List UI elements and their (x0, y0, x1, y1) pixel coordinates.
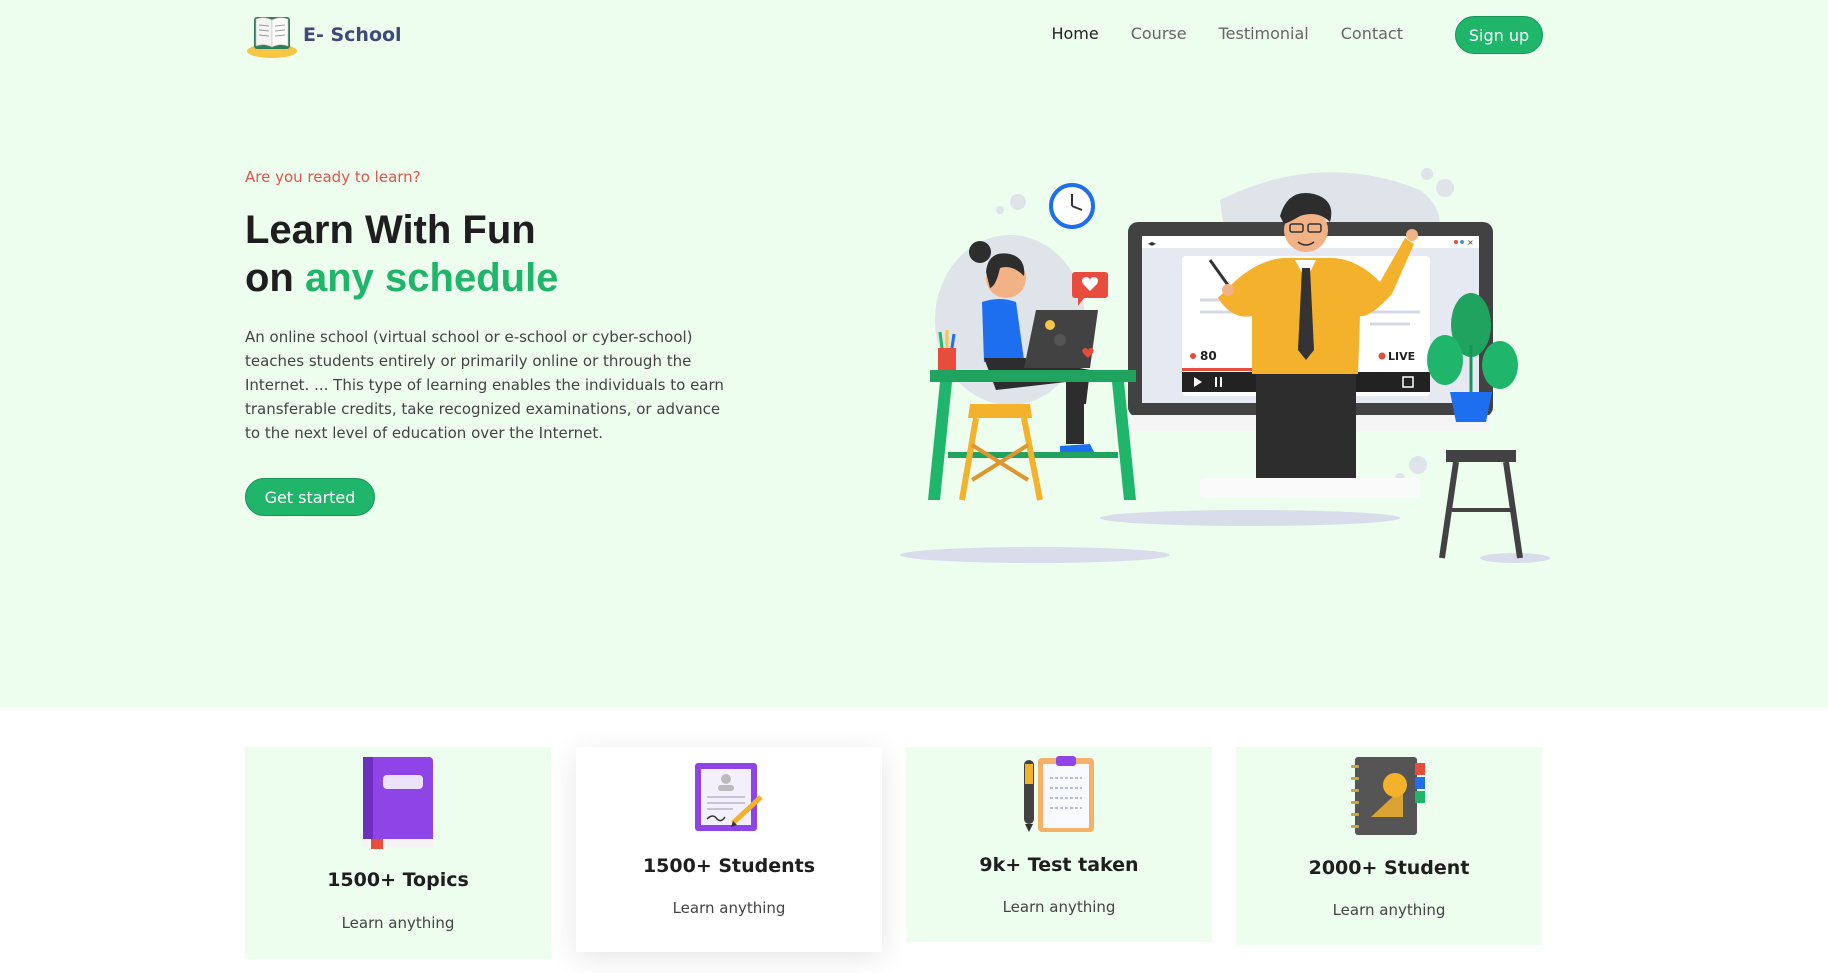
main-menu: Home Course Testimonial Contact (1051, 24, 1403, 43)
open-book-logo-icon (247, 17, 297, 58)
stat-subtitle: Learn anything (672, 899, 786, 917)
nav-link-home[interactable]: Home (1051, 24, 1098, 43)
hero-title-line1: Learn With Fun (245, 208, 536, 252)
signup-button[interactable]: Sign up (1455, 16, 1543, 54)
stat-subtitle: Learn anything (1002, 898, 1116, 916)
stat-title: 2000+ Student (1308, 857, 1470, 879)
svg-text:×: × (1467, 238, 1474, 247)
brand-name: E- School (303, 24, 402, 46)
stat-card-student[interactable]: 2000+ Student Learn anything (1236, 747, 1542, 945)
live-label: LIVE (1388, 350, 1415, 363)
stat-card-tests[interactable]: 9k+ Test taken Learn anything (906, 747, 1212, 942)
nav-link-course[interactable]: Course (1131, 24, 1187, 43)
hero-eyebrow: Are you ready to learn? (245, 168, 421, 186)
hero-title: Learn With Fun on any schedule (245, 206, 558, 302)
hero-title-highlight: any schedule (304, 256, 559, 300)
stat-card-topics[interactable]: 1500+ Topics Learn anything (245, 747, 551, 959)
certificate-icon (695, 763, 763, 831)
clipboard-icon (1024, 756, 1094, 832)
hero-title-line2: on any schedule (245, 254, 558, 302)
stat-subtitle: Learn anything (1332, 901, 1446, 919)
stat-title: 1500+ Students (642, 855, 816, 877)
online-class-illustration: ◂▸ × 80 LIVE (900, 168, 1550, 563)
viewer-count: 80 (1200, 349, 1217, 363)
nav-link-contact[interactable]: Contact (1341, 24, 1403, 43)
stat-subtitle: Learn anything (341, 914, 455, 932)
get-started-button[interactable]: Get started (245, 478, 375, 516)
stat-title: 9k+ Test taken (979, 854, 1139, 876)
hero-description: An online school (virtual school or e-sc… (245, 328, 724, 442)
nav-link-testimonial[interactable]: Testimonial (1219, 24, 1309, 43)
book-icon (363, 757, 433, 849)
svg-text:◂▸: ◂▸ (1148, 239, 1156, 248)
brand[interactable]: E- School (245, 10, 402, 60)
notebook-icon (1351, 757, 1425, 835)
stat-title: 1500+ Topics (327, 869, 469, 891)
hero-title-on: on (245, 256, 305, 300)
stat-card-students[interactable]: 1500+ Students Learn anything (576, 747, 882, 952)
navbar: E- School Home Course Testimonial Contac… (245, 10, 1543, 60)
